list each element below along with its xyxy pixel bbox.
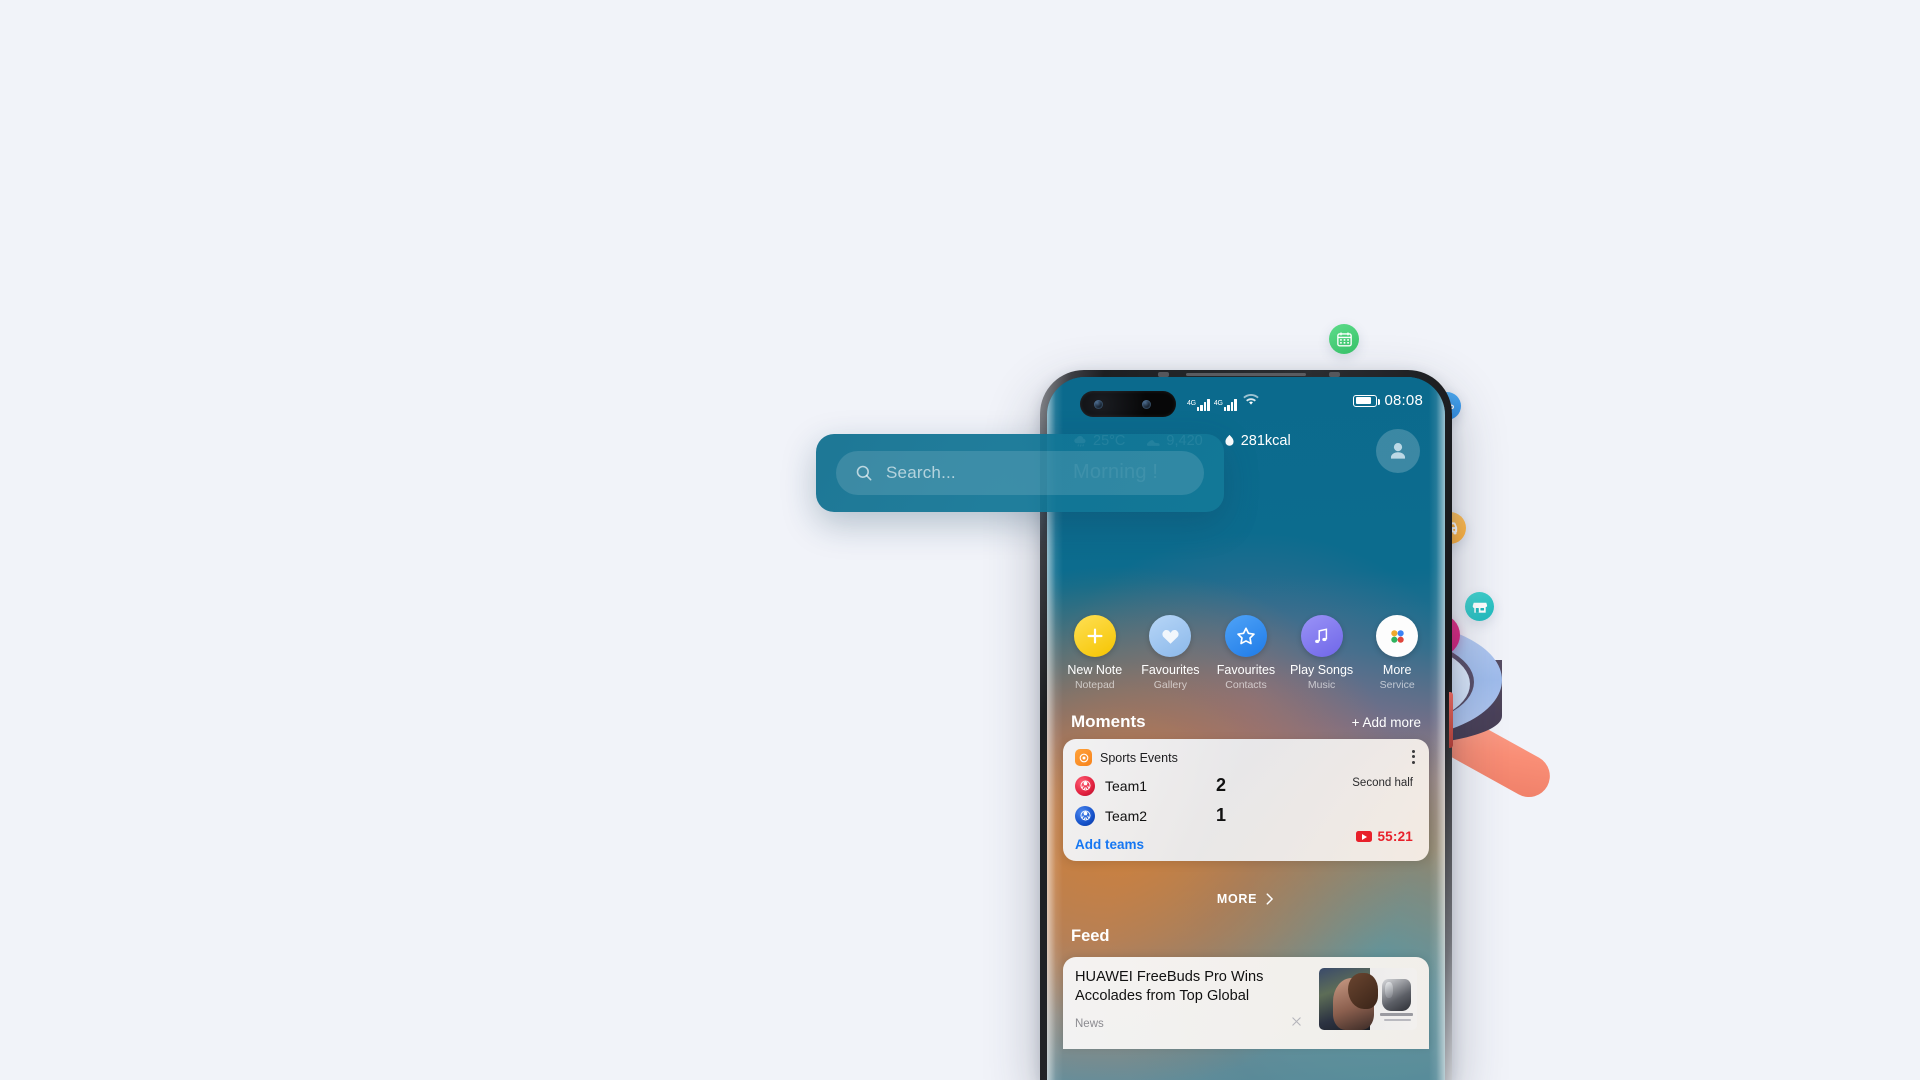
music-note-icon bbox=[1300, 615, 1343, 657]
search-overlay-panel: Search... bbox=[816, 434, 1224, 512]
team-name: Team1 bbox=[1105, 777, 1148, 794]
sim2-network-label: 4G bbox=[1213, 400, 1223, 407]
moments-title: Moments bbox=[1071, 712, 1146, 731]
more-label: MORE bbox=[1216, 892, 1258, 906]
sim1-bars bbox=[1196, 398, 1210, 411]
shortcut-favourites-contacts[interactable]: Favourites Contacts bbox=[1211, 615, 1281, 692]
calendar-icon bbox=[1329, 324, 1359, 354]
shortcut-title: Play Songs bbox=[1289, 663, 1354, 677]
feed-title: Feed bbox=[1071, 927, 1110, 945]
sports-card-header: Sports Events bbox=[1075, 749, 1417, 766]
chevron-right-icon bbox=[1266, 893, 1274, 905]
feed-article-text: HUAWEI FreeBuds Pro Wins Accolades from … bbox=[1075, 968, 1309, 1049]
match-period-label: Second half bbox=[1352, 777, 1413, 789]
team-name: Team2 bbox=[1105, 807, 1148, 824]
shortcut-new-note[interactable]: New Note Notepad bbox=[1060, 615, 1130, 692]
shortcut-more-service[interactable]: More Service bbox=[1362, 615, 1432, 692]
thumbnail-caption-line-1 bbox=[1379, 1013, 1414, 1017]
thumbnail-earbud bbox=[1384, 981, 1394, 998]
dual-punch-hole-camera bbox=[1080, 391, 1176, 417]
shortcut-title: More bbox=[1382, 663, 1412, 677]
status-right-group: 08:08 bbox=[1353, 392, 1423, 409]
kebab-menu-icon[interactable] bbox=[1412, 750, 1415, 764]
shortcuts-row: New Note Notepad Favourites Gallery Favo… bbox=[1047, 615, 1445, 692]
shortcut-subtitle: Gallery bbox=[1153, 679, 1188, 691]
thumbnail-hair bbox=[1348, 972, 1378, 1009]
sim1-network-label: 4G bbox=[1187, 400, 1196, 407]
team-score: 2 bbox=[1215, 775, 1226, 795]
close-icon[interactable] bbox=[1290, 1015, 1303, 1033]
star-icon bbox=[1224, 615, 1267, 657]
sports-card-app-name: Sports Events bbox=[1100, 750, 1178, 765]
table-row: Team1 2 Second half bbox=[1075, 775, 1417, 796]
match-clock-group: 55:21 bbox=[1356, 829, 1413, 844]
search-icon bbox=[856, 465, 872, 481]
thumbnail-caption-line-2 bbox=[1383, 1018, 1412, 1021]
shortcut-play-songs[interactable]: Play Songs Music bbox=[1287, 615, 1357, 692]
shortcut-subtitle: Contacts bbox=[1225, 679, 1267, 691]
feed-thumbnail bbox=[1319, 968, 1417, 1030]
stat-calories: 281kcal bbox=[1223, 433, 1291, 449]
sim2-signal: 4G bbox=[1214, 398, 1237, 411]
team-score: 1 bbox=[1215, 805, 1226, 825]
match-clock: 55:21 bbox=[1377, 829, 1413, 844]
team-badge bbox=[1075, 805, 1095, 826]
feed-source: News bbox=[1075, 1018, 1104, 1030]
sports-events-card[interactable]: Sports Events Team1 2 Second half Team2 … bbox=[1063, 739, 1429, 861]
table-row: Team2 1 55:21 bbox=[1075, 805, 1417, 844]
earpiece-speaker bbox=[1186, 373, 1306, 376]
shortcut-subtitle: Notepad bbox=[1074, 679, 1115, 691]
heart-icon bbox=[1149, 615, 1192, 657]
shortcut-title: New Note bbox=[1067, 663, 1123, 677]
grid-dots-icon-glyph bbox=[1390, 629, 1404, 643]
feed-article-card[interactable]: HUAWEI FreeBuds Pro Wins Accolades from … bbox=[1063, 957, 1429, 1049]
search-input[interactable]: Search... bbox=[836, 451, 1204, 495]
grid-dots-icon bbox=[1376, 615, 1419, 657]
sim2-bars bbox=[1223, 398, 1237, 411]
status-time: 08:08 bbox=[1384, 392, 1423, 409]
power-button[interactable] bbox=[1449, 692, 1453, 748]
status-bar: 4G 4G 08:08 bbox=[1047, 391, 1445, 417]
wifi-icon bbox=[1243, 393, 1259, 411]
front-camera-lens-2 bbox=[1142, 400, 1151, 409]
shortcut-favourites-gallery[interactable]: Favourites Gallery bbox=[1135, 615, 1205, 692]
more-button[interactable]: MORE bbox=[1047, 892, 1445, 906]
battery-icon bbox=[1353, 394, 1381, 407]
status-signal-group: 4G 4G bbox=[1187, 393, 1259, 411]
feed-headline: HUAWEI FreeBuds Pro Wins Accolades from … bbox=[1075, 969, 1264, 1004]
sports-events-icon bbox=[1075, 749, 1092, 766]
team-badge bbox=[1075, 775, 1095, 796]
front-camera-lens-1 bbox=[1094, 400, 1103, 409]
add-more-button[interactable]: + Add more bbox=[1352, 715, 1421, 730]
user-avatar-icon bbox=[1390, 442, 1406, 459]
shortcut-title: Favourites bbox=[1216, 663, 1276, 677]
shortcut-subtitle: Music bbox=[1307, 679, 1336, 691]
flame-icon bbox=[1225, 434, 1234, 446]
sim1-signal: 4G bbox=[1187, 398, 1210, 411]
live-play-icon[interactable] bbox=[1356, 831, 1373, 842]
shortcut-subtitle: Service bbox=[1379, 679, 1415, 691]
shortcut-title: Favourites bbox=[1141, 663, 1200, 677]
moments-header: Moments + Add more bbox=[1047, 712, 1445, 732]
stat-calories-value: 281kcal bbox=[1240, 433, 1291, 449]
feed-meta-row: News bbox=[1075, 1015, 1309, 1033]
plus-icon bbox=[1073, 615, 1116, 657]
search-placeholder: Search... bbox=[886, 463, 956, 482]
avatar[interactable] bbox=[1376, 429, 1420, 473]
